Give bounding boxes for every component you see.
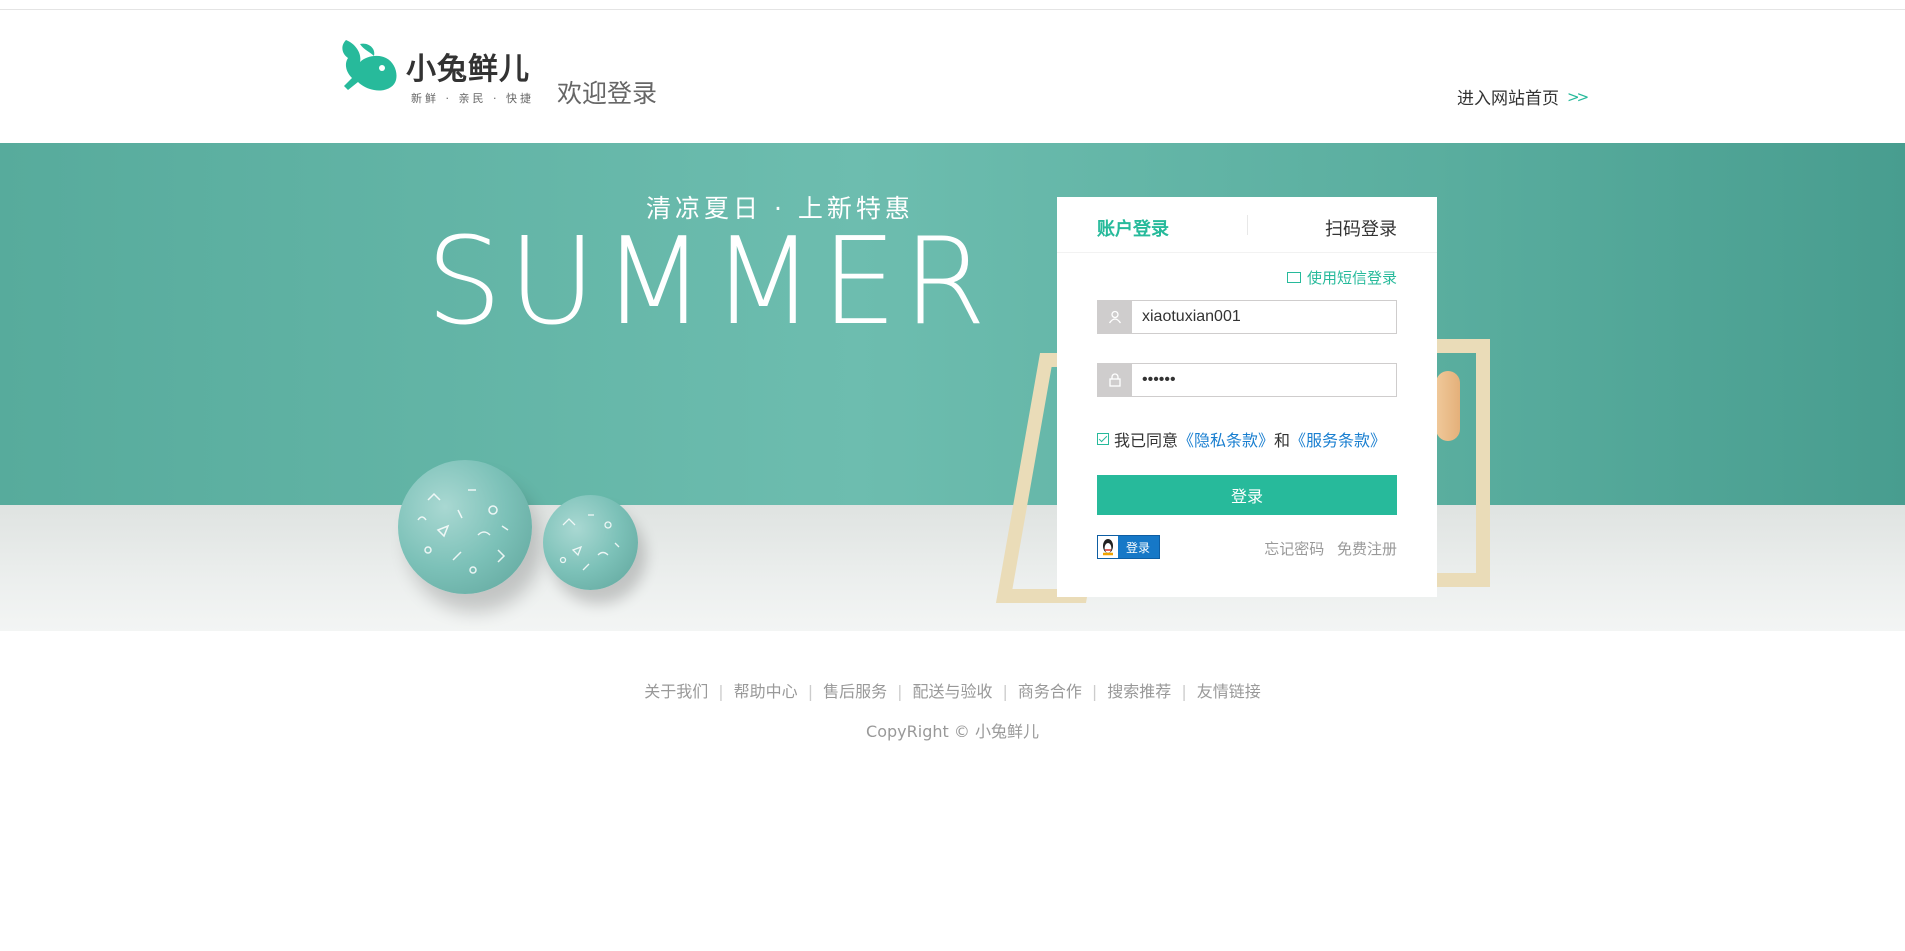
footer-separator: | [1002,682,1008,701]
privacy-terms-link[interactable]: 《隐私条款》 [1178,427,1274,451]
sms-login-link[interactable]: 使用短信登录 [1286,267,1397,288]
footer-link-friends[interactable]: 友情链接 [1197,682,1261,701]
username-input[interactable] [1132,301,1396,333]
qq-login-button[interactable]: 登录 [1097,535,1160,559]
copyright: CopyRight © 小兔鲜儿 [866,722,1039,741]
password-input[interactable] [1132,364,1396,396]
login-button[interactable]: 登录 [1097,475,1397,515]
password-field [1097,363,1397,397]
footer-separator: | [807,682,814,701]
qq-penguin-icon [1098,536,1118,558]
double-chevron-right-icon: >> [1567,87,1589,106]
lock-icon [1098,364,1132,396]
register-link[interactable]: 免费注册 [1337,540,1397,558]
header: 小兔鲜儿 新鲜 · 亲民 · 快捷 欢迎登录 进入网站首页 >> [0,10,1905,143]
logo-name: 小兔鲜儿 [406,52,530,87]
login-tabs: 账户登录 扫码登录 [1057,197,1437,253]
username-field [1097,300,1397,334]
footer-separator: | [897,682,903,701]
welcome-title: 欢迎登录 [557,79,658,108]
agree-checkbox[interactable] [1097,433,1109,445]
footer-link-aftersale[interactable]: 售后服务 [823,682,887,701]
footer-link-delivery[interactable]: 配送与验收 [912,682,992,701]
patterned-ball-decoration [398,460,532,594]
wood-knob-decoration [1436,371,1460,441]
tab-divider [1247,215,1248,235]
footer-link-business[interactable]: 商务合作 [1018,682,1082,701]
footer-links: 关于我们 | 帮助中心 | 售后服务 | 配送与验收 | 商务合作 | 搜索推荐 | 友情链接 [0,678,1905,702]
footer-separator: | [718,682,724,701]
forgot-password-link[interactable]: 忘记密码 [1264,540,1324,558]
footer-link-help[interactable]: 帮助中心 [734,682,798,701]
banner-headline: SUMMER [426,213,993,352]
service-terms-link[interactable]: 《服务条款》 [1290,427,1386,451]
banner: 清凉夏日 · 上新特惠 SUMMER 账户登录 扫码登录 使用短信登录 xiao… [0,143,1905,631]
footer-link-search[interactable]: 搜索推荐 [1107,682,1171,701]
top-border [0,0,1905,10]
logo-tagline: 新鲜 · 亲民 · 快捷 [411,92,534,105]
login-card: 账户登录 扫码登录 使用短信登录 我已同意 《隐私条款》 和 《服务条款》 [1057,197,1437,597]
mail-icon [1286,272,1301,283]
agree-and: 和 [1274,431,1291,450]
footer-link-about[interactable]: 关于我们 [644,682,708,701]
account-links: 忘记密码 免费注册 [1256,538,1397,559]
qq-login-label: 登录 [1126,540,1151,555]
footer-separator: | [1181,682,1187,701]
banner-floor [0,505,1905,631]
patterned-ball-decoration [543,495,638,590]
agreement-row: 我已同意 《隐私条款》 和 《服务条款》 [1097,427,1386,451]
sms-login-label: 使用短信登录 [1306,269,1397,287]
user-icon [1098,301,1132,333]
tab-account-login[interactable]: 账户登录 [1097,215,1169,241]
tab-qrcode-login[interactable]: 扫码登录 [1325,215,1397,241]
home-link-label: 进入网站首页 [1457,89,1559,109]
agree-prefix: 我已同意 [1114,431,1179,450]
rabbit-logo-icon [342,40,397,91]
home-page-link[interactable]: 进入网站首页 >> [1457,84,1589,110]
footer-separator: | [1091,682,1098,701]
